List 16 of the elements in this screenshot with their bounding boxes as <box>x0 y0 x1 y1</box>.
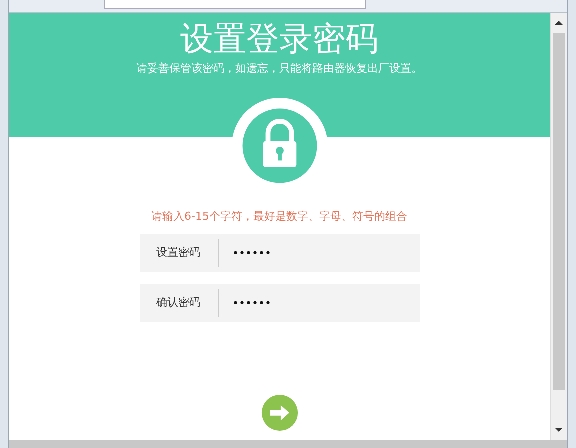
next-button[interactable] <box>260 394 298 432</box>
scrollbar[interactable] <box>550 13 567 440</box>
password-hint: 请输入6-15个字符，最好是数字、字母、符号的组合 <box>152 209 408 224</box>
address-bar[interactable] <box>104 0 366 9</box>
password-field[interactable]: 确认密码 •••••• <box>140 284 420 322</box>
page-subtitle: 请妥善保管该密码，如遗忘，只能将路由器恢复出厂设置。 <box>136 61 422 76</box>
scroll-thumb[interactable] <box>553 33 565 390</box>
field-label: 确认密码 <box>140 289 218 317</box>
page-title: 设置登录密码 <box>180 19 378 59</box>
scroll-up-icon[interactable] <box>555 21 563 25</box>
password-field[interactable]: 设置密码 •••••• <box>140 234 420 272</box>
field-value: •••••• <box>232 246 272 260</box>
field-label: 设置密码 <box>140 239 218 267</box>
horizontal-scrollbar[interactable] <box>9 440 567 448</box>
field-value: •••••• <box>232 296 272 310</box>
scroll-down-icon[interactable] <box>555 428 563 432</box>
